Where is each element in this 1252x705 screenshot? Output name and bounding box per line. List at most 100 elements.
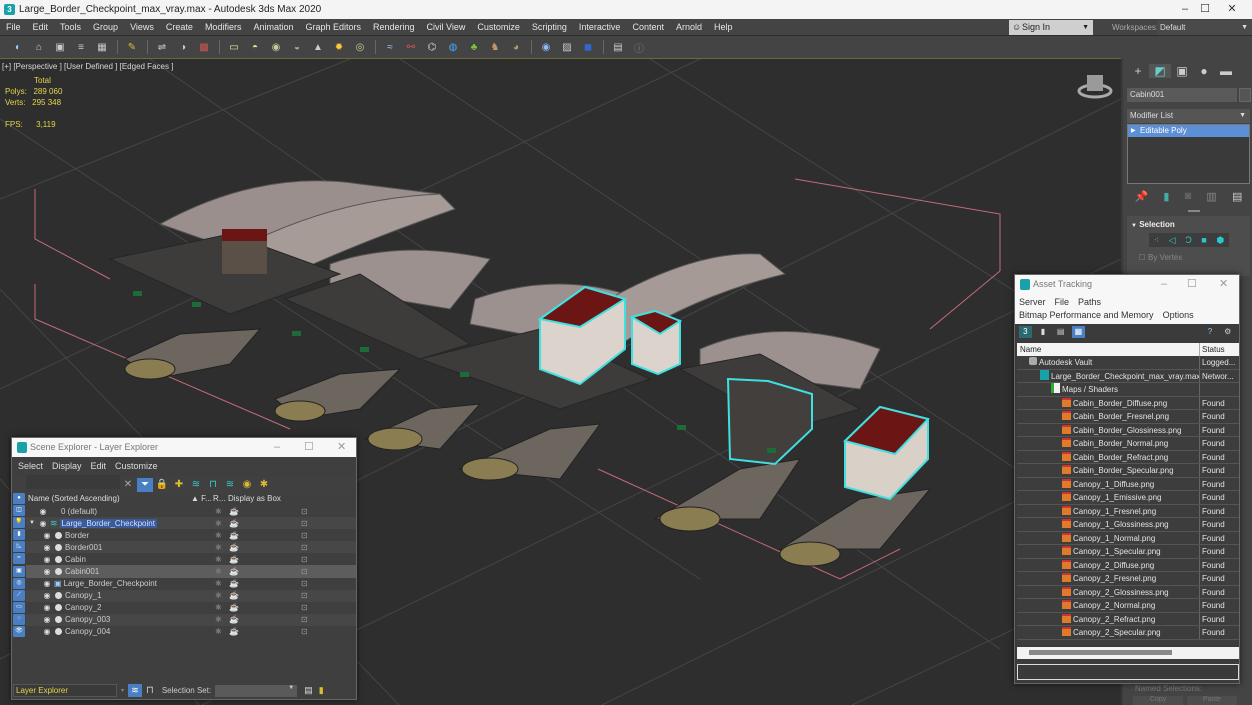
asset-row[interactable]: Canopy_2_Refract.png Found [1017, 612, 1239, 626]
vault-icon[interactable]: 3 [1019, 326, 1032, 338]
asset-row[interactable]: Cabin_Border_Glossiness.png Found [1017, 423, 1239, 437]
menu-select[interactable]: Select [18, 460, 43, 473]
freeze-toggle-icon[interactable]: ✱ [215, 507, 222, 516]
scene-tree-row[interactable]: ◉ Cabin ✱ ☕ ⊡ [26, 553, 356, 565]
renderable-toggle-icon[interactable]: ☕ [229, 591, 239, 600]
column-name[interactable]: Name (Sorted Ascending) [26, 493, 191, 505]
copy-button[interactable]: Copy [1133, 696, 1183, 705]
menu-scripting[interactable]: Scripting [526, 22, 573, 32]
scene-tree-row[interactable]: ◉ Canopy_2 ✱ ☕ ⊡ [26, 602, 356, 614]
renderable-toggle-icon[interactable]: ☕ [229, 555, 239, 564]
visibility-eye-icon[interactable]: ◉ [42, 543, 52, 552]
column-name[interactable]: Name [1017, 343, 1200, 356]
visibility-eye-icon[interactable]: ◉ [42, 555, 52, 564]
cone-icon[interactable]: ▲ [308, 40, 328, 54]
minimize-button[interactable]: – [274, 438, 280, 457]
menu-interactive[interactable]: Interactive [573, 22, 627, 32]
show-end-result-icon[interactable]: ▮ [1163, 190, 1169, 203]
hold-icon[interactable]: ⌂ [29, 40, 49, 54]
freeze-toggle-icon[interactable]: ✱ [215, 519, 222, 528]
asset-row[interactable]: Canopy_1_Emissive.png Found [1017, 491, 1239, 505]
menu-bitmap-performance-and-memory[interactable]: Bitmap Performance and Memory [1019, 309, 1154, 322]
freeze-toggle-icon[interactable]: ✱ [215, 591, 222, 600]
column-frozen[interactable]: ▲ F... [191, 493, 213, 505]
selection-set-dropdown[interactable]: ▼ [215, 684, 298, 697]
scene-tree-row[interactable]: ◉ Canopy_1 ✱ ☕ ⊡ [26, 589, 356, 602]
minimize-button[interactable]: – [1161, 275, 1167, 294]
clear-search-icon[interactable]: ✕ [120, 478, 136, 492]
display-as-box-toggle-icon[interactable]: ⊡ [301, 543, 308, 552]
viewport-label[interactable]: [+] [Perspective ] [User Defined ] [Edge… [2, 62, 173, 71]
column-display-as-box[interactable]: Display as Box [228, 493, 281, 505]
visibility-eye-icon[interactable]: ◉ [42, 615, 52, 624]
menu-rendering[interactable]: Rendering [367, 22, 421, 32]
renderable-toggle-icon[interactable]: ☕ [229, 507, 239, 516]
horse-icon[interactable]: ♞ [485, 40, 505, 54]
modifier-list-dropdown[interactable]: Modifier List ▼ [1127, 109, 1250, 123]
add-to-layer-icon[interactable]: ≋ [188, 478, 204, 492]
object-name-field[interactable]: Cabin001 [1127, 88, 1237, 102]
chevron-down-icon[interactable]: ▾ [121, 687, 124, 694]
asset-row[interactable]: Autodesk Vault Logged... [1017, 356, 1239, 370]
menu-graph-editors[interactable]: Graph Editors [299, 22, 367, 32]
layers-icon[interactable]: ≋ [222, 478, 238, 492]
menu-arnold[interactable]: Arnold [670, 22, 708, 32]
display-tab-icon[interactable]: ▬ [1215, 64, 1237, 78]
bind-icon[interactable]: ◑ [173, 40, 193, 54]
undo-scene-icon[interactable]: ◐ [8, 40, 28, 54]
menu-edit[interactable]: Edit [91, 460, 107, 473]
scene-tree-row[interactable]: ▼ ◉ ≋ Large_Border_Checkpoint ✱ ☕ ⊡ [26, 517, 356, 530]
visibility-eye-icon[interactable]: ◉ [38, 507, 48, 516]
renderable-toggle-icon[interactable]: ☕ [229, 615, 239, 624]
visibility-eye-icon[interactable]: ◉ [42, 603, 52, 612]
shapes-filter-icon[interactable]: ◫ [13, 505, 25, 517]
hierarchy-icon[interactable]: ⊓ [205, 478, 221, 492]
freeze-layer-icon[interactable]: ✱ [256, 478, 272, 492]
menu-tools[interactable]: Tools [54, 22, 87, 32]
freeze-toggle-icon[interactable]: ✱ [215, 627, 222, 636]
menu-options[interactable]: Options [1163, 309, 1194, 322]
scene-tree-row[interactable]: ◉ Canopy_004 ✱ ☕ ⊡ [26, 626, 356, 638]
asset-tracking-titlebar[interactable]: Asset Tracking – ☐ ✕ [1015, 275, 1239, 294]
scrollbar-thumb[interactable] [1029, 650, 1172, 655]
table-view-icon[interactable]: ▦ [1072, 326, 1085, 338]
asset-row[interactable]: Canopy_1_Normal.png Found [1017, 531, 1239, 545]
scene-explorer-titlebar[interactable]: Scene Explorer - Layer Explorer – ☐ ✕ [12, 438, 356, 457]
scene-tree-row[interactable]: ◉ Canopy_003 ✱ ☕ ⊡ [26, 613, 356, 626]
visibility-eye-icon[interactable]: ◉ [42, 567, 52, 576]
render-teapot-icon[interactable]: ▨ [557, 40, 577, 54]
freeze-toggle-icon[interactable]: ✱ [215, 531, 222, 540]
remove-modifier-icon[interactable]: ▥ [1206, 190, 1216, 203]
geometry-filter-icon[interactable]: ● [13, 493, 25, 504]
leaf-icon[interactable]: ♣ [464, 40, 484, 54]
scene-tree-row[interactable]: ◉ Cabin001 ✱ ☕ ⊡ [26, 565, 356, 578]
asset-row[interactable]: Maps / Shaders [1017, 383, 1239, 397]
close-button[interactable]: ✕ [1212, 0, 1252, 19]
scene-tree-row[interactable]: ◉ ▣ Large_Border_Checkpoint ✱ ☕ ⊡ [26, 578, 356, 590]
sphere2-icon[interactable]: ◎ [350, 40, 370, 54]
menu-file[interactable]: File [1055, 296, 1070, 309]
renderable-toggle-icon[interactable]: ☕ [229, 531, 239, 540]
horizontal-scrollbar[interactable] [1017, 647, 1239, 659]
containers-filter-icon[interactable]: ▭ [13, 601, 25, 613]
sun-icon[interactable]: ✹ [329, 40, 349, 54]
menu-customize[interactable]: Customize [471, 22, 526, 32]
camera-icon[interactable]: ▩ [194, 40, 214, 54]
render-icon[interactable]: ◼ [578, 40, 598, 54]
display-as-box-toggle-icon[interactable]: ⊡ [301, 603, 308, 612]
by-vertex-checkbox[interactable] [1139, 254, 1145, 260]
asset-row[interactable]: Canopy_1_Diffuse.png Found [1017, 477, 1239, 491]
asset-row[interactable]: Canopy_2_Fresnel.png Found [1017, 572, 1239, 586]
asset-path-field[interactable] [1017, 664, 1239, 680]
maximize-button[interactable]: ☐ [304, 438, 314, 457]
sphere-icon[interactable]: ◓ [245, 40, 265, 54]
help-icon[interactable]: ? [1204, 326, 1217, 338]
scene-tree-row[interactable]: ◉ Border ✱ ☕ ⊡ [26, 529, 356, 541]
settings-icon[interactable]: ⚙ [1221, 326, 1234, 338]
close-button[interactable]: ✕ [337, 438, 346, 457]
asset-row[interactable]: Cabin_Border_Diffuse.png Found [1017, 396, 1239, 410]
asset-row[interactable]: Canopy_1_Specular.png Found [1017, 545, 1239, 559]
display-as-box-toggle-icon[interactable]: ⊡ [301, 507, 308, 516]
asset-row[interactable]: Cabin_Border_Fresnel.png Found [1017, 410, 1239, 424]
lights-filter-icon[interactable]: 💡 [13, 517, 25, 529]
